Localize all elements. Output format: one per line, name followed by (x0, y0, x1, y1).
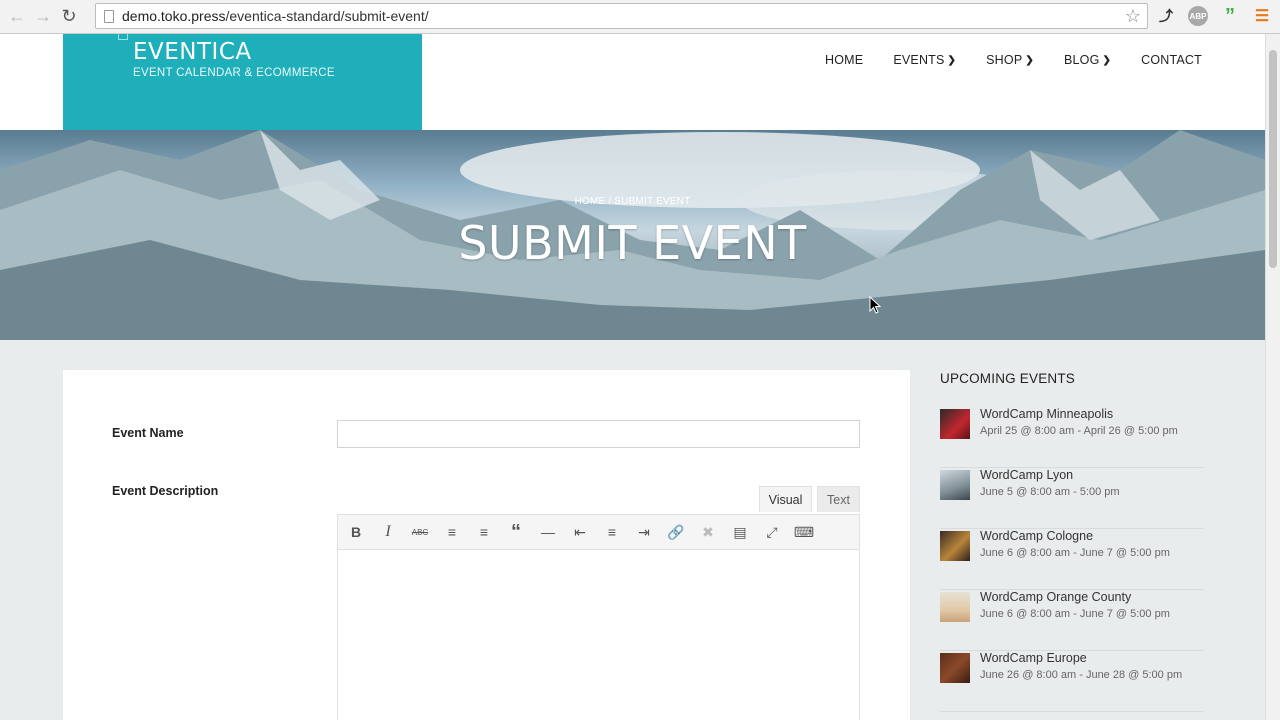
event-item[interactable]: WordCamp Europe June 26 @ 8:00 am - June… (940, 651, 1203, 712)
toolbar-toggle-icon[interactable]: ⌨ (788, 517, 820, 547)
hero-banner: HOME / SUBMIT EVENT SUBMIT EVENT (0, 130, 1265, 340)
tab-visual[interactable]: Visual (759, 486, 812, 512)
scrollbar-thumb[interactable] (1269, 50, 1277, 268)
event-date: June 6 @ 8:00 am - June 7 @ 5:00 pm (980, 608, 1170, 620)
upcoming-events-title: UPCOMING EVENTS (940, 371, 1076, 386)
extension-icon[interactable]: ⤴ (1156, 6, 1176, 26)
strikethrough-icon[interactable]: ABC (404, 517, 436, 547)
menu-label: HOME (825, 53, 864, 67)
menu-shop[interactable]: SHOP ❯ (956, 53, 1034, 67)
page-title: SUBMIT EVENT (458, 216, 807, 270)
mouse-cursor-icon (869, 296, 881, 314)
menu-events[interactable]: EVENTS ❯ (863, 53, 956, 67)
menu-label: CONTACT (1141, 53, 1202, 67)
forward-button[interactable]: → (30, 4, 56, 30)
submit-event-form: Event Name Event Description Visual Text… (63, 370, 910, 720)
menu-icon[interactable]: ☰ (1252, 6, 1272, 26)
unlink-icon[interactable]: ✖ (692, 517, 724, 547)
menu-label: BLOG (1063, 53, 1100, 67)
editor-toolbar: B I ABC ≡ ≡ “ — ⇤ ≡ ⇥ 🔗 ✖ ▤ ⤢ ⌨ (337, 514, 860, 550)
logo-mark-icon (118, 34, 128, 40)
fullscreen-icon[interactable]: ⤢ (756, 517, 788, 547)
logo-subtitle: EVENT CALENDAR & ECOMMERCE (133, 67, 335, 79)
numbered-list-icon[interactable]: ≡ (468, 517, 500, 547)
event-thumbnail[interactable] (940, 653, 970, 683)
page-icon (104, 9, 114, 23)
event-date: April 25 @ 8:00 am - April 26 @ 5:00 pm (980, 425, 1178, 437)
link-icon[interactable]: 🔗 (660, 517, 692, 547)
event-thumbnail[interactable] (940, 592, 970, 622)
reload-button[interactable]: ↻ (56, 4, 82, 30)
menu-label: EVENTS (893, 53, 945, 67)
logo-title: EVENTICA (133, 39, 252, 65)
menu-blog[interactable]: BLOG ❯ (1034, 53, 1111, 67)
url-domain: demo.toko.press (122, 8, 226, 24)
event-date: June 5 @ 8:00 am - 5:00 pm (980, 486, 1120, 498)
event-title[interactable]: WordCamp Cologne (980, 529, 1093, 543)
chevron-down-icon: ❯ (1102, 54, 1112, 66)
event-name-label: Event Name (112, 426, 184, 440)
menu-home[interactable]: HOME (795, 53, 863, 67)
italic-icon[interactable]: I (372, 517, 404, 547)
bookmark-star-icon[interactable]: ☆ (1125, 6, 1141, 27)
chevron-down-icon: ❯ (1025, 54, 1034, 66)
event-name-input[interactable] (337, 420, 860, 448)
page-content: EVENTICA EVENT CALENDAR & ECOMMERCE HOME… (0, 34, 1265, 720)
event-title[interactable]: WordCamp Orange County (980, 590, 1131, 604)
breadcrumb[interactable]: HOME / SUBMIT EVENT (0, 196, 1265, 207)
url-path: /eventica-standard/submit-event/ (225, 8, 429, 24)
back-button[interactable]: ← (4, 4, 30, 30)
event-title[interactable]: WordCamp Minneapolis (980, 407, 1113, 421)
main-menu: HOME EVENTS ❯ SHOP ❯ BLOG ❯ CONTACT (795, 53, 1202, 67)
event-date: June 6 @ 8:00 am - June 7 @ 5:00 pm (980, 547, 1170, 559)
description-editor[interactable] (337, 550, 860, 720)
horizontal-line-icon[interactable]: — (532, 517, 564, 547)
page-scrollbar[interactable] (1265, 34, 1280, 720)
align-right-icon[interactable]: ⇥ (628, 517, 660, 547)
event-date: June 26 @ 8:00 am - June 28 @ 5:00 pm (980, 669, 1183, 681)
address-bar[interactable]: demo.toko.press/eventica-standard/submit… (95, 3, 1148, 29)
blockquote-icon[interactable]: “ (500, 517, 532, 547)
event-thumbnail[interactable] (940, 531, 970, 561)
align-center-icon[interactable]: ≡ (596, 517, 628, 547)
event-thumbnail[interactable] (940, 409, 970, 439)
read-more-icon[interactable]: ▤ (724, 517, 756, 547)
bold-icon[interactable]: B (340, 517, 372, 547)
tab-text[interactable]: Text (817, 486, 860, 512)
menu-label: SHOP (986, 53, 1023, 67)
bullet-list-icon[interactable]: ≡ (436, 517, 468, 547)
browser-toolbar: ← → ↻ demo.toko.press/eventica-standard/… (0, 0, 1280, 34)
event-item[interactable]: WordCamp Minneapolis April 25 @ 8:00 am … (940, 407, 1203, 468)
site-logo[interactable]: EVENTICA EVENT CALENDAR & ECOMMERCE (63, 34, 422, 130)
url-text[interactable]: demo.toko.press/eventica-standard/submit… (122, 8, 429, 24)
chevron-down-icon: ❯ (947, 54, 957, 66)
menu-contact[interactable]: CONTACT (1111, 53, 1202, 67)
adblock-icon[interactable]: ABP (1188, 6, 1208, 26)
event-item[interactable]: WordCamp Lyon June 5 @ 8:00 am - 5:00 pm (940, 468, 1203, 529)
event-description-label: Event Description (112, 484, 219, 498)
quote-extension-icon[interactable]: ” (1220, 5, 1240, 27)
event-thumbnail[interactable] (940, 470, 970, 500)
align-left-icon[interactable]: ⇤ (564, 517, 596, 547)
event-title[interactable]: WordCamp Europe (980, 651, 1087, 665)
site-header: EVENTICA EVENT CALENDAR & ECOMMERCE HOME… (0, 34, 1265, 130)
event-item[interactable]: WordCamp Cologne June 6 @ 8:00 am - June… (940, 529, 1203, 590)
event-title[interactable]: WordCamp Lyon (980, 468, 1073, 482)
event-item[interactable]: WordCamp Orange County June 6 @ 8:00 am … (940, 590, 1203, 651)
